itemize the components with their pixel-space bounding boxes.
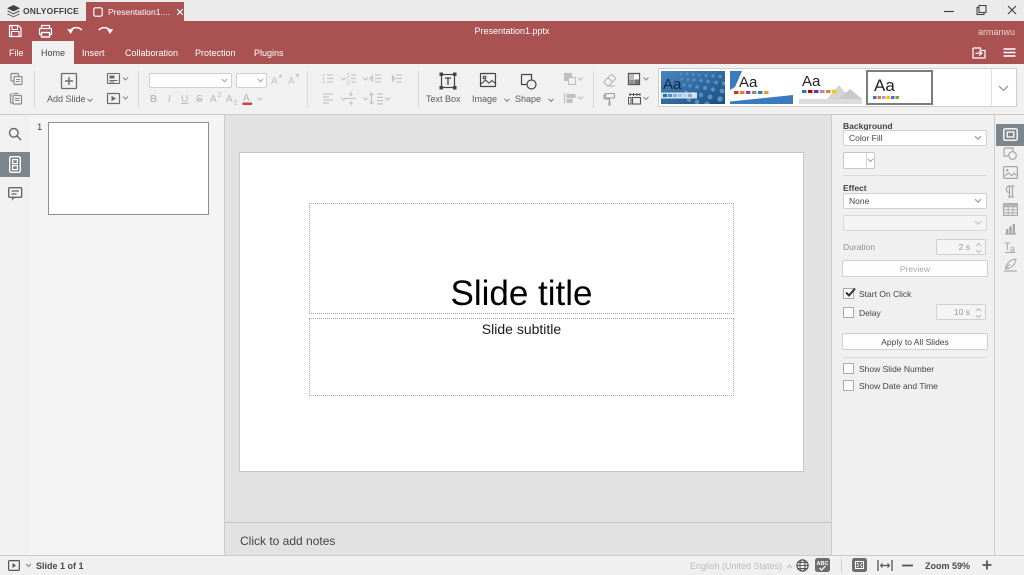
svg-text:ABC: ABC <box>817 561 829 567</box>
svg-text:1: 1 <box>346 73 350 80</box>
svg-text:B: B <box>150 94 157 105</box>
svg-text:Aa: Aa <box>802 73 821 90</box>
svg-text:I: I <box>168 94 171 105</box>
svg-text:2: 2 <box>234 100 238 107</box>
svg-text:2: 2 <box>218 92 222 99</box>
svg-text:A: A <box>243 93 250 104</box>
svg-text:Aa: Aa <box>874 76 895 95</box>
svg-text:A: A <box>271 76 278 87</box>
svg-text:A: A <box>288 76 295 87</box>
svg-text:2: 2 <box>346 80 350 87</box>
svg-text:Aa: Aa <box>739 74 758 91</box>
svg-text:A: A <box>210 94 217 105</box>
svg-text:U: U <box>181 94 188 105</box>
svg-text:Aa: Aa <box>663 76 682 93</box>
svg-text:S: S <box>196 94 203 105</box>
svg-text:A: A <box>226 94 233 105</box>
